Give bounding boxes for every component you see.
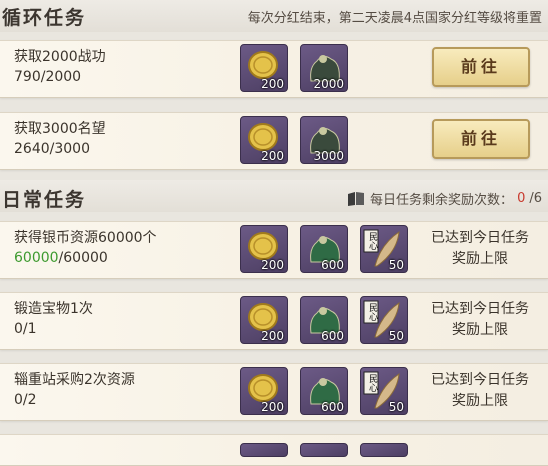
daily-section-title: 日常任务 bbox=[2, 189, 87, 211]
reward-amount: 200 bbox=[261, 149, 284, 163]
progress-current: 0 bbox=[14, 392, 23, 408]
reward-amount: 600 bbox=[321, 329, 344, 343]
limit-line-2: 奖励上限 bbox=[452, 251, 508, 267]
reward-jade-treasure[interactable]: 600 bbox=[300, 367, 348, 415]
reward-feather-token[interactable]: 民心 50 bbox=[360, 367, 408, 415]
reward-gold-coin[interactable]: 200 bbox=[240, 44, 288, 92]
reward-amount: 2000 bbox=[313, 77, 344, 91]
progress-current: 60000 bbox=[14, 250, 59, 266]
limit-line-1: 已达到今日任务 bbox=[431, 230, 529, 246]
reward-feather-token[interactable]: 民心 50 bbox=[360, 296, 408, 344]
progress-total: /60000 bbox=[58, 250, 108, 266]
limit-status: 已达到今日任务 奖励上限 bbox=[420, 299, 540, 341]
task-name: 获取2000战功 bbox=[14, 49, 106, 65]
reward-amount: 50 bbox=[388, 329, 404, 343]
task-progress: 0/2 bbox=[14, 390, 135, 410]
task-name: 获取3000名望 bbox=[14, 121, 106, 137]
book-icon bbox=[348, 191, 365, 206]
task-progress: 2640/3000 bbox=[14, 141, 90, 157]
reward-gold-coin[interactable]: 200 bbox=[240, 367, 288, 415]
reward-jade-treasure[interactable]: 600 bbox=[300, 225, 348, 273]
progress-total: /2 bbox=[22, 392, 37, 408]
limit-line-2: 奖励上限 bbox=[452, 322, 508, 338]
reward-slot-partial bbox=[360, 443, 408, 457]
reward-amount: 50 bbox=[388, 258, 404, 272]
loop-task-card: 获取2000战功 790/2000 200 2000 前往 bbox=[0, 40, 548, 98]
reward-gold-coin[interactable]: 200 bbox=[240, 116, 288, 164]
reward-amount: 200 bbox=[261, 258, 284, 272]
loop-task-card: 获取3000名望 2640/3000 200 3000 前往 bbox=[0, 112, 548, 170]
quota-label: 每日任务剩余奖励次数： bbox=[370, 193, 514, 208]
reward-gold-coin[interactable]: 200 bbox=[240, 225, 288, 273]
daily-task-card: 获得银币资源60000个 60000/60000 200 600 民心 50 已… bbox=[0, 221, 548, 279]
quota-used: 0 bbox=[517, 191, 526, 206]
daily-quota: 每日任务剩余奖励次数： 0/6 bbox=[346, 189, 542, 208]
go-button[interactable]: 前往 bbox=[432, 47, 530, 87]
reward-amount: 600 bbox=[321, 258, 344, 272]
task-progress: 790/2000 bbox=[14, 69, 82, 85]
loop-section-title: 循环任务 bbox=[2, 7, 87, 29]
daily-section-header: 日常任务 每日任务剩余奖励次数： 0/6 bbox=[0, 180, 548, 212]
quota-total: /6 bbox=[529, 191, 542, 206]
task-name: 获得银币资源60000个 bbox=[14, 230, 157, 246]
reward-jade-treasure[interactable]: 2000 bbox=[300, 44, 348, 92]
daily-task-card: 辎重站采购2次资源 0/2 200 600 民心 50 已达到今日任务 奖励上限 bbox=[0, 363, 548, 421]
go-button[interactable]: 前往 bbox=[432, 119, 530, 159]
reward-slot-partial bbox=[240, 443, 288, 457]
progress-current: 0 bbox=[14, 321, 23, 337]
reward-jade-treasure[interactable]: 3000 bbox=[300, 116, 348, 164]
reset-note: 每次分红结束，第二天凌晨4点国家分红等级将重置 bbox=[247, 11, 542, 26]
progress-total: /1 bbox=[22, 321, 37, 337]
reward-amount: 200 bbox=[261, 329, 284, 343]
reward-badge: 民心 bbox=[367, 303, 377, 321]
reward-amount: 200 bbox=[261, 77, 284, 91]
reward-amount: 600 bbox=[321, 400, 344, 414]
task-name: 辎重站采购2次资源 bbox=[14, 372, 135, 388]
limit-line-1: 已达到今日任务 bbox=[431, 372, 529, 388]
reward-amount: 50 bbox=[388, 400, 404, 414]
task-progress: 0/1 bbox=[14, 319, 93, 339]
reward-badge: 民心 bbox=[367, 374, 377, 392]
limit-status: 已达到今日任务 奖励上限 bbox=[420, 228, 540, 270]
limit-status: 已达到今日任务 奖励上限 bbox=[420, 370, 540, 412]
reward-jade-treasure[interactable]: 600 bbox=[300, 296, 348, 344]
task-progress: 60000/60000 bbox=[14, 248, 157, 268]
reward-amount: 200 bbox=[261, 400, 284, 414]
reward-slot-partial bbox=[300, 443, 348, 457]
daily-task-card-partial bbox=[0, 434, 548, 466]
reward-feather-token[interactable]: 民心 50 bbox=[360, 225, 408, 273]
reward-amount: 3000 bbox=[313, 149, 344, 163]
daily-task-card: 锻造宝物1次 0/1 200 600 民心 50 已达到今日任务 奖励上限 bbox=[0, 292, 548, 350]
loop-section-header: 循环任务 每次分红结束，第二天凌晨4点国家分红等级将重置 bbox=[0, 0, 548, 32]
limit-line-1: 已达到今日任务 bbox=[431, 301, 529, 317]
reward-gold-coin[interactable]: 200 bbox=[240, 296, 288, 344]
limit-line-2: 奖励上限 bbox=[452, 393, 508, 409]
reward-badge: 民心 bbox=[367, 232, 377, 250]
task-name: 锻造宝物1次 bbox=[14, 301, 93, 317]
